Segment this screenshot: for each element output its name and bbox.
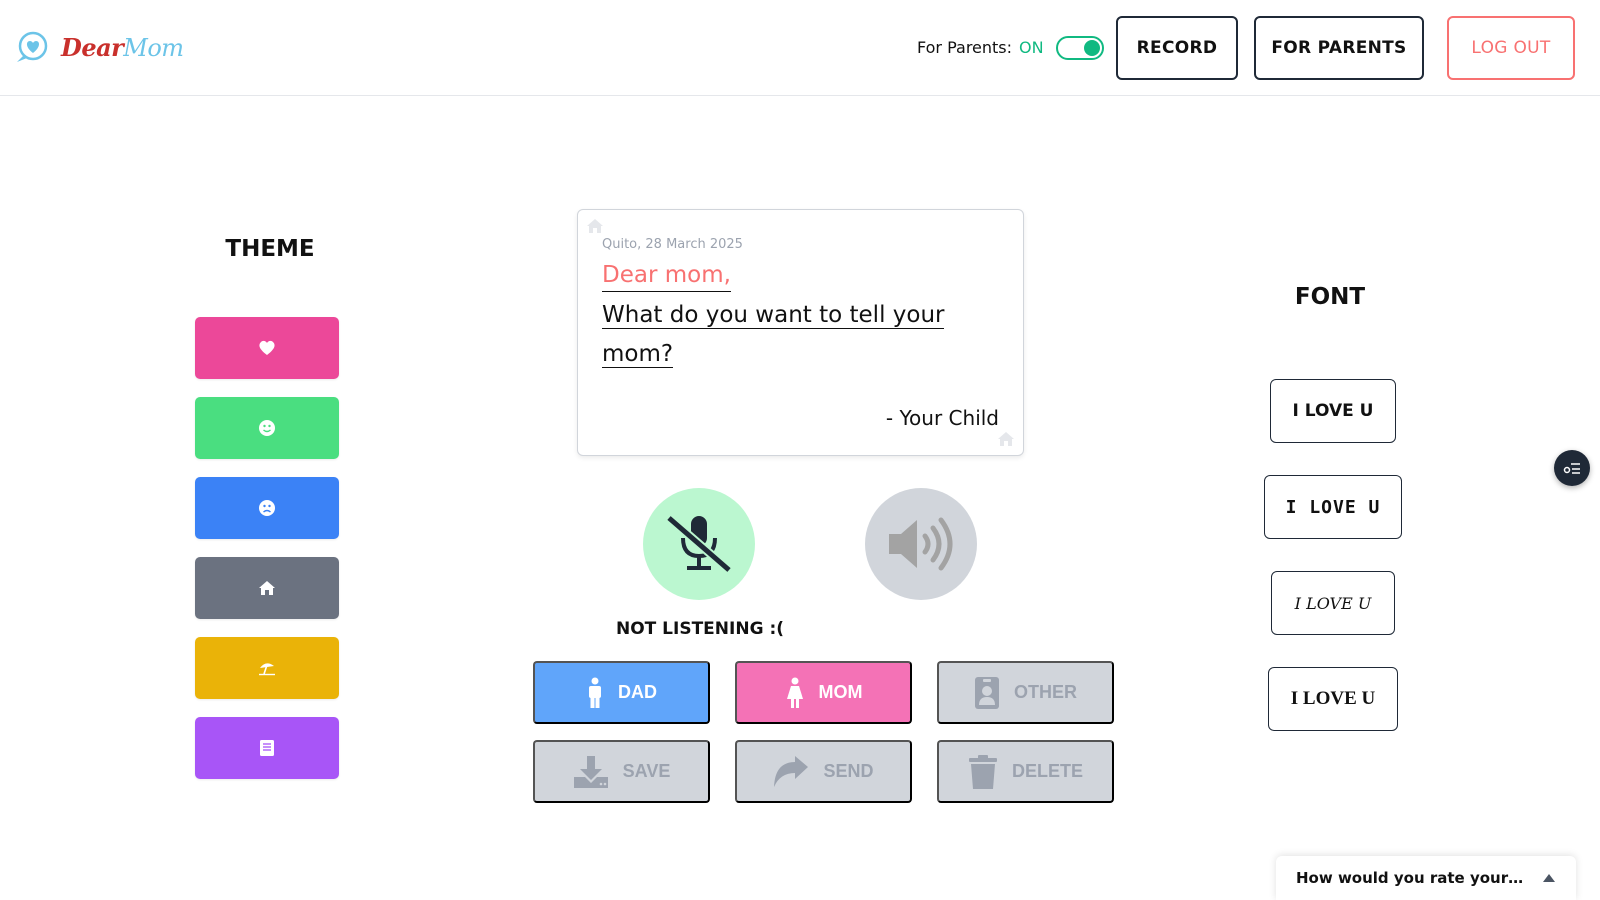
send-button[interactable]: SEND [735, 740, 912, 803]
for-parents-label: For Parents: [917, 38, 1013, 57]
letter-body-line: mom? [602, 341, 674, 368]
list-settings-icon [1563, 463, 1580, 474]
send-label: SEND [823, 761, 874, 781]
theme-beach-button[interactable] [195, 637, 339, 699]
font-option-script[interactable]: I LOVE U [1271, 571, 1395, 635]
logout-button[interactable]: LOG OUT [1447, 16, 1575, 80]
male-icon [589, 677, 601, 708]
book-icon [260, 740, 274, 756]
for-parents-button[interactable]: FOR PARENTS [1254, 16, 1424, 80]
font-option-mono[interactable]: I LOVE U [1264, 475, 1402, 539]
frown-icon [259, 500, 275, 516]
home-icon [998, 432, 1014, 446]
theme-title: THEME [225, 236, 315, 262]
theme-smile-button[interactable] [195, 397, 339, 459]
theme-home-button[interactable] [195, 557, 339, 619]
letter-greeting: Dear mom, [602, 260, 731, 292]
theme-book-button[interactable] [195, 717, 339, 779]
microphone-button[interactable] [643, 488, 755, 600]
letter-body-line: What do you want to tell your [602, 302, 945, 329]
microphone-slash-icon [666, 514, 732, 574]
home-icon [587, 219, 603, 233]
font-title: FONT [1294, 284, 1366, 310]
dad-button[interactable]: DAD [533, 661, 710, 724]
heart-bubble-icon [17, 31, 48, 62]
id-badge-icon [975, 676, 999, 709]
letter-date: Quito, 28 March 2025 [602, 237, 743, 252]
logo[interactable]: DearMom [15, 30, 184, 64]
dad-label: DAD [618, 682, 657, 702]
floating-menu-button[interactable] [1554, 450, 1590, 486]
heart-icon [259, 340, 275, 355]
logo-text: DearMom [61, 32, 184, 62]
other-button[interactable]: OTHER [937, 661, 1114, 724]
listening-status: NOT LISTENING :( [615, 619, 785, 639]
rating-widget[interactable]: How would you rate your exper... [1276, 856, 1576, 900]
mom-label: MOM [818, 682, 863, 702]
smile-icon [259, 420, 275, 436]
delete-label: DELETE [1011, 761, 1083, 781]
font-option-serif[interactable]: I LOVE U [1268, 667, 1398, 731]
download-icon [573, 755, 608, 788]
header: DearMom For Parents: ON RECORD FOR PAREN… [0, 0, 1600, 96]
letter-body[interactable]: What do you want to tell your mom? [602, 296, 962, 374]
font-option-sans[interactable]: I LOVE U [1270, 379, 1396, 443]
mom-button[interactable]: MOM [735, 661, 912, 724]
delete-button[interactable]: DELETE [937, 740, 1114, 803]
toggle-knob [1084, 40, 1100, 56]
for-parents-toggle[interactable] [1056, 36, 1104, 60]
theme-frown-button[interactable] [195, 477, 339, 539]
home-icon [259, 581, 275, 595]
save-button[interactable]: SAVE [533, 740, 710, 803]
theme-heart-button[interactable] [195, 317, 339, 379]
beach-umbrella-icon [259, 663, 275, 676]
female-icon [786, 677, 803, 708]
other-label: OTHER [1014, 682, 1077, 702]
for-parents-state: ON [1019, 38, 1044, 57]
volume-icon [889, 517, 953, 571]
share-arrow-icon [774, 755, 809, 787]
save-label: SAVE [622, 761, 671, 781]
speaker-button[interactable] [865, 488, 977, 600]
record-button[interactable]: RECORD [1116, 16, 1238, 80]
caret-up-icon[interactable] [1542, 873, 1556, 883]
letter-card: Quito, 28 March 2025 Dear mom, What do y… [577, 209, 1024, 456]
trash-icon [968, 754, 997, 789]
letter-signature: - Your Child [885, 406, 999, 430]
rating-prompt: How would you rate your exper... [1296, 869, 1528, 887]
